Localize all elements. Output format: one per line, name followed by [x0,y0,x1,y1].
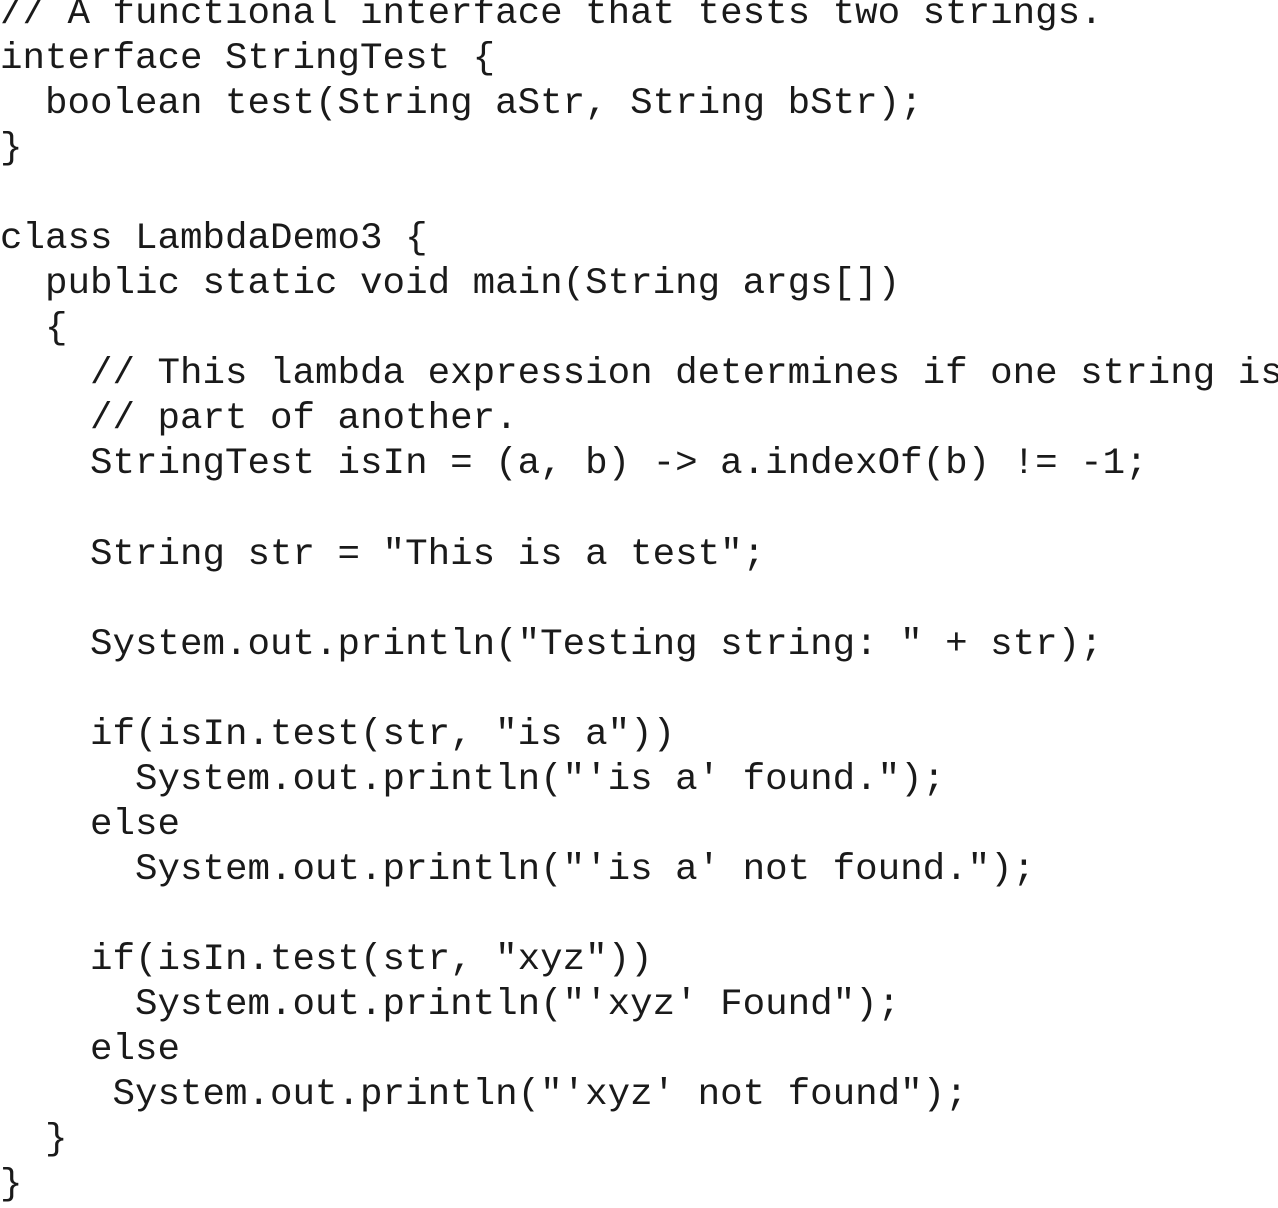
code-line: System.out.println("'is a' not found."); [0,848,1036,891]
code-line: interface StringTest { [0,38,496,81]
code-line: System.out.println("'xyz' Found"); [0,984,901,1027]
code-line: StringTest isIn = (a, b) -> a.indexOf(b)… [0,443,1148,486]
code-line: String str = "This is a test"; [0,533,766,576]
code-listing: // A functional interface that tests two… [0,0,1278,1208]
code-line: System.out.println("'is a' found."); [0,758,946,801]
code-line: } [0,1119,68,1162]
code-line: { [0,308,68,351]
code-line: } [0,1164,23,1207]
code-line: // A functional interface that tests two… [0,0,1103,35]
code-line: public static void main(String args[]) [0,263,901,306]
code-line: class LambdaDemo3 { [0,218,428,261]
code-line: else [0,803,181,846]
code-line: // This lambda expression determines if … [0,353,1278,396]
code-line: System.out.println("Testing string: " + … [0,623,1103,666]
code-line: if(isIn.test(str, "xyz")) [0,938,653,981]
code-line: boolean test(String aStr, String bStr); [0,83,923,126]
code-line: if(isIn.test(str, "is a")) [0,713,676,756]
code-line: // part of another. [0,398,518,441]
code-line: } [0,128,23,171]
code-line: else [0,1029,181,1072]
code-line: System.out.println("'xyz' not found"); [0,1074,968,1117]
